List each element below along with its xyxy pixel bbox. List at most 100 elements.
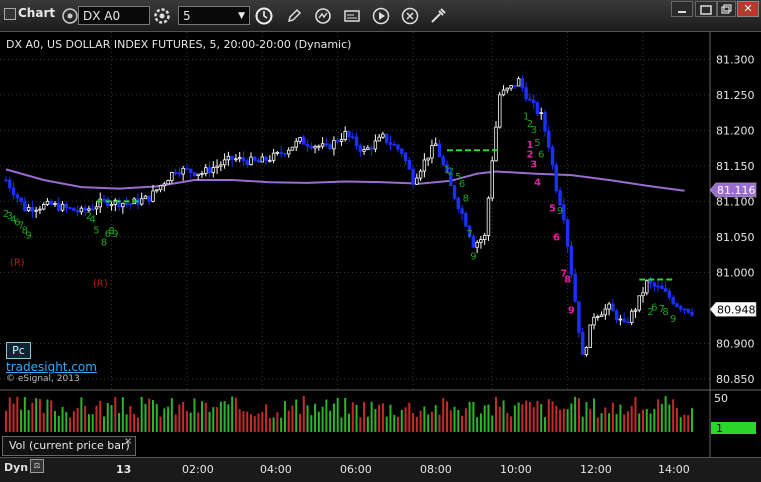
volume-bar — [412, 413, 415, 432]
candle-body — [109, 203, 114, 207]
volume-bar — [23, 397, 26, 432]
volume-bar — [114, 397, 117, 432]
candle-body — [648, 280, 653, 284]
volume-bar — [148, 398, 151, 432]
candle-body — [550, 146, 555, 166]
sequence-marker: 6 — [651, 303, 657, 314]
candle-body — [403, 152, 408, 161]
candle-body — [433, 143, 438, 147]
candle-body — [618, 318, 623, 321]
volume-bar — [250, 414, 252, 432]
volume-bar — [528, 401, 531, 432]
time-axis — [0, 457, 761, 482]
volume-bar — [589, 409, 592, 432]
candle-body — [279, 151, 283, 154]
candle-body — [53, 203, 57, 205]
time-tick-label: 14:00 — [658, 463, 690, 476]
candle-body — [237, 157, 242, 160]
candle-body — [535, 102, 540, 115]
candle-body — [106, 198, 110, 207]
pc-button[interactable]: Pc — [6, 342, 31, 359]
volume-study-label[interactable]: Vol (current price bar) — [2, 436, 136, 456]
volume-bar — [461, 415, 464, 432]
candle-body — [441, 156, 445, 166]
candle-body — [283, 153, 287, 155]
dyn-label[interactable]: Dyn — [4, 461, 28, 474]
chart-title: DX A0, US DOLLAR INDEX FUTURES, 5, 20:00… — [6, 38, 352, 51]
volume-bar — [38, 398, 41, 432]
volume-bar — [551, 401, 554, 432]
candle-body — [554, 164, 559, 192]
candle-body — [79, 207, 84, 213]
price-chart[interactable]: 2346789245 688912568791235612345 96789 26 78… — [0, 0, 761, 481]
last-price-flag: 80.948 — [709, 301, 757, 317]
time-tick-label: 10:00 — [500, 463, 532, 476]
sequence-marker: 4 — [90, 215, 96, 226]
candle-body — [516, 78, 521, 87]
volume-bar — [257, 413, 260, 432]
candle-body — [460, 208, 464, 214]
volume-bar — [419, 410, 422, 432]
candle-body — [543, 112, 547, 132]
volume-bar — [265, 404, 268, 432]
candle-body — [23, 201, 27, 212]
candle-body — [222, 159, 227, 166]
volume-bar — [378, 404, 381, 432]
price-tick-label: 81.100 — [716, 195, 755, 208]
price-tick-label: 81.050 — [716, 231, 755, 244]
candle-body — [528, 98, 532, 101]
scale-icon[interactable]: ⚖ — [30, 459, 44, 473]
volume-bar — [280, 417, 283, 432]
sequence-marker: 6 — [553, 232, 560, 243]
candle-body — [430, 145, 434, 159]
candle-body — [354, 136, 359, 147]
volume-bar — [559, 409, 562, 432]
candle-body — [347, 131, 351, 138]
candle-body — [305, 143, 310, 147]
candle-body — [68, 207, 72, 209]
candle-body — [147, 195, 151, 202]
candle-body — [320, 143, 325, 147]
sequence-marker: 3 — [530, 159, 537, 170]
candle-body — [57, 203, 61, 211]
candle-body — [253, 156, 257, 161]
candle-body — [128, 203, 133, 205]
candle-body — [437, 143, 442, 158]
volume-bar — [438, 414, 441, 432]
sequence-marker: 9 — [557, 206, 563, 217]
time-tick-label: 06:00 — [340, 463, 372, 476]
volume-bar — [246, 411, 249, 432]
candle-body — [622, 318, 626, 323]
candle-body — [8, 179, 12, 189]
candle-body — [407, 160, 412, 170]
candle-body — [102, 198, 106, 201]
volume-bar — [513, 405, 516, 432]
sequence-marker: 4 — [534, 178, 541, 189]
candle-body — [41, 204, 46, 210]
price-tick-label: 80.900 — [716, 337, 755, 350]
sequence-marker: 9 — [670, 314, 676, 325]
candle-body — [426, 157, 430, 161]
sequence-marker: 6 — [459, 179, 465, 190]
volume-bar — [302, 396, 305, 432]
candle-body — [234, 158, 238, 161]
volume-bar — [446, 401, 448, 432]
volume-bar — [5, 410, 7, 432]
time-tick-label: 13 — [116, 463, 132, 476]
time-tick-label: 12:00 — [580, 463, 612, 476]
volume-bar — [314, 403, 317, 432]
volume-bar — [231, 396, 234, 432]
candle-body — [577, 301, 581, 333]
price-tick-label: 81.200 — [716, 124, 755, 137]
close-icon[interactable]: × — [124, 436, 132, 447]
candle-body — [173, 171, 178, 174]
site-link[interactable]: tradesight.com — [6, 360, 97, 374]
volume-bar — [630, 405, 633, 432]
volume-bar — [562, 408, 565, 432]
volume-bar — [453, 406, 456, 432]
volume-bar — [532, 407, 535, 432]
candle-body — [675, 303, 679, 307]
volume-bar — [152, 400, 154, 432]
volume-bar — [84, 405, 87, 432]
time-tick-label: 08:00 — [420, 463, 452, 476]
